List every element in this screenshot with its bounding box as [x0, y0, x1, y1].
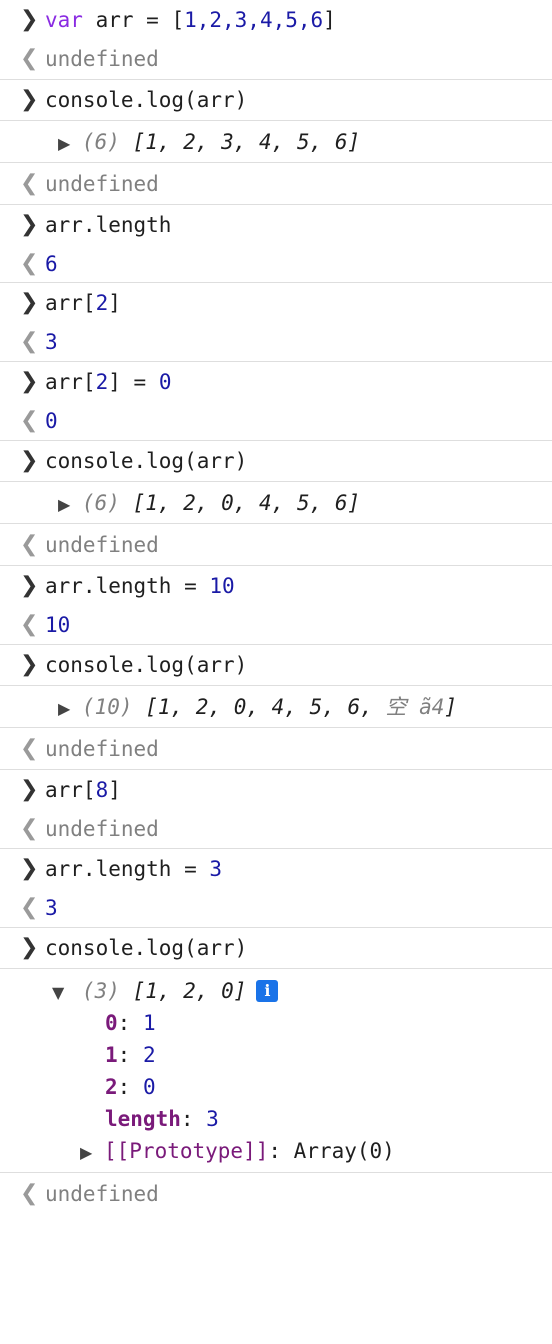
- console-panel: ❯ var arr = [1,2,3,4,5,6] ❮ undefined ❯ …: [0, 0, 552, 1214]
- chevron-right-icon: ❯: [20, 856, 39, 881]
- chevron-left-icon: ❮: [20, 408, 39, 433]
- chevron-left-icon: ❮: [20, 736, 39, 761]
- console-entry: ❯ arr.length ❮ 6: [0, 204, 552, 282]
- triangle-right-icon[interactable]: ▶: [58, 696, 82, 722]
- log-divider: [0, 481, 552, 482]
- array-property: length: 3: [105, 1107, 219, 1131]
- result-value: undefined: [45, 737, 159, 761]
- result-value: 10: [45, 613, 71, 637]
- log-divider: [0, 727, 552, 728]
- chevron-left-icon: ❮: [20, 612, 39, 637]
- input-line[interactable]: console.log(arr): [45, 935, 247, 961]
- input-line[interactable]: console.log(arr): [45, 87, 247, 113]
- console-entry: ❯ arr[2] ❮ 3: [0, 282, 552, 361]
- console-entry: ❯ var arr = [1,2,3,4,5,6] ❮ undefined: [0, 0, 552, 79]
- result-value: 6: [45, 252, 58, 276]
- chevron-left-icon: ❮: [20, 46, 39, 71]
- chevron-right-icon: ❯: [20, 7, 39, 32]
- triangle-right-icon[interactable]: ▶: [58, 131, 82, 157]
- result-value: undefined: [45, 817, 159, 841]
- chevron-left-icon: ❮: [20, 532, 39, 557]
- array-property: 2: 0: [105, 1075, 156, 1099]
- input-line[interactable]: arr.length: [45, 212, 171, 238]
- log-divider: [0, 120, 552, 121]
- array-property: 0: 1: [105, 1011, 156, 1035]
- triangle-down-icon[interactable]: ▼: [52, 980, 82, 1006]
- console-entry: ❯ arr.length = 10 ❮ 10: [0, 565, 552, 644]
- chevron-right-icon: ❯: [20, 369, 39, 394]
- chevron-left-icon: ❮: [20, 171, 39, 196]
- input-line[interactable]: console.log(arr): [45, 448, 247, 474]
- prototype-property[interactable]: ▶ [[Prototype]]: Array(0): [80, 1138, 395, 1166]
- result-value: 3: [45, 330, 58, 354]
- console-entry: ❯ arr.length = 3 ❮ 3: [0, 848, 552, 927]
- log-array-expanded[interactable]: ▼ (3) [1, 2, 0] i: [52, 978, 279, 1006]
- empty-slots: 空 ã4: [385, 695, 445, 719]
- console-entry: ❯ console.log(arr) ▶ (6) [1, 2, 0, 4, 5, …: [0, 440, 552, 565]
- chevron-left-icon: ❮: [20, 895, 39, 920]
- result-value: undefined: [45, 47, 159, 71]
- console-entry: ❯ console.log(arr) ▼ (3) [1, 2, 0] i 0: 1 …: [0, 927, 552, 1214]
- log-divider: [0, 523, 552, 524]
- chevron-right-icon: ❯: [20, 448, 39, 473]
- chevron-left-icon: ❮: [20, 1181, 39, 1206]
- input-line[interactable]: var arr = [1,2,3,4,5,6]: [45, 7, 336, 33]
- keyword: var: [45, 8, 83, 32]
- array-property: 1: 2: [105, 1043, 156, 1067]
- triangle-right-icon[interactable]: ▶: [80, 1140, 104, 1166]
- chevron-right-icon: ❯: [20, 777, 39, 802]
- console-entry: ❯ arr[8] ❮ undefined: [0, 769, 552, 848]
- result-value: undefined: [45, 533, 159, 557]
- input-line[interactable]: arr[8]: [45, 777, 121, 803]
- input-line[interactable]: arr.length = 10: [45, 573, 235, 599]
- result-value: 0: [45, 409, 58, 433]
- chevron-left-icon: ❮: [20, 329, 39, 354]
- triangle-right-icon[interactable]: ▶: [58, 492, 82, 518]
- chevron-right-icon: ❯: [20, 935, 39, 960]
- log-divider: [0, 968, 552, 969]
- console-entry: ❯ console.log(arr) ▶ (6) [1, 2, 3, 4, 5, …: [0, 79, 552, 204]
- result-value: 3: [45, 896, 58, 920]
- log-divider: [0, 685, 552, 686]
- chevron-left-icon: ❮: [20, 251, 39, 276]
- input-line[interactable]: console.log(arr): [45, 652, 247, 678]
- result-value: undefined: [45, 172, 159, 196]
- log-array[interactable]: ▶ (6) [1, 2, 3, 4, 5, 6]: [58, 129, 360, 157]
- input-line[interactable]: arr.length = 3: [45, 856, 222, 882]
- chevron-right-icon: ❯: [20, 212, 39, 237]
- result-value: undefined: [45, 1182, 159, 1206]
- info-icon[interactable]: i: [256, 980, 279, 1002]
- chevron-right-icon: ❯: [20, 290, 39, 315]
- log-array[interactable]: ▶ (6) [1, 2, 0, 4, 5, 6]: [58, 490, 360, 518]
- input-line[interactable]: arr[2] = 0: [45, 369, 171, 395]
- chevron-left-icon: ❮: [20, 816, 39, 841]
- chevron-right-icon: ❯: [20, 652, 39, 677]
- console-entry: ❯ console.log(arr) ▶ (10) [1, 2, 0, 4, 5,…: [0, 644, 552, 769]
- chevron-right-icon: ❯: [20, 573, 39, 598]
- log-divider: [0, 162, 552, 163]
- console-entry: ❯ arr[2] = 0 ❮ 0: [0, 361, 552, 440]
- chevron-right-icon: ❯: [20, 87, 39, 112]
- input-line[interactable]: arr[2]: [45, 290, 121, 316]
- log-array[interactable]: ▶ (10) [1, 2, 0, 4, 5, 6, 空 ã4]: [58, 694, 457, 722]
- log-divider: [0, 1172, 552, 1173]
